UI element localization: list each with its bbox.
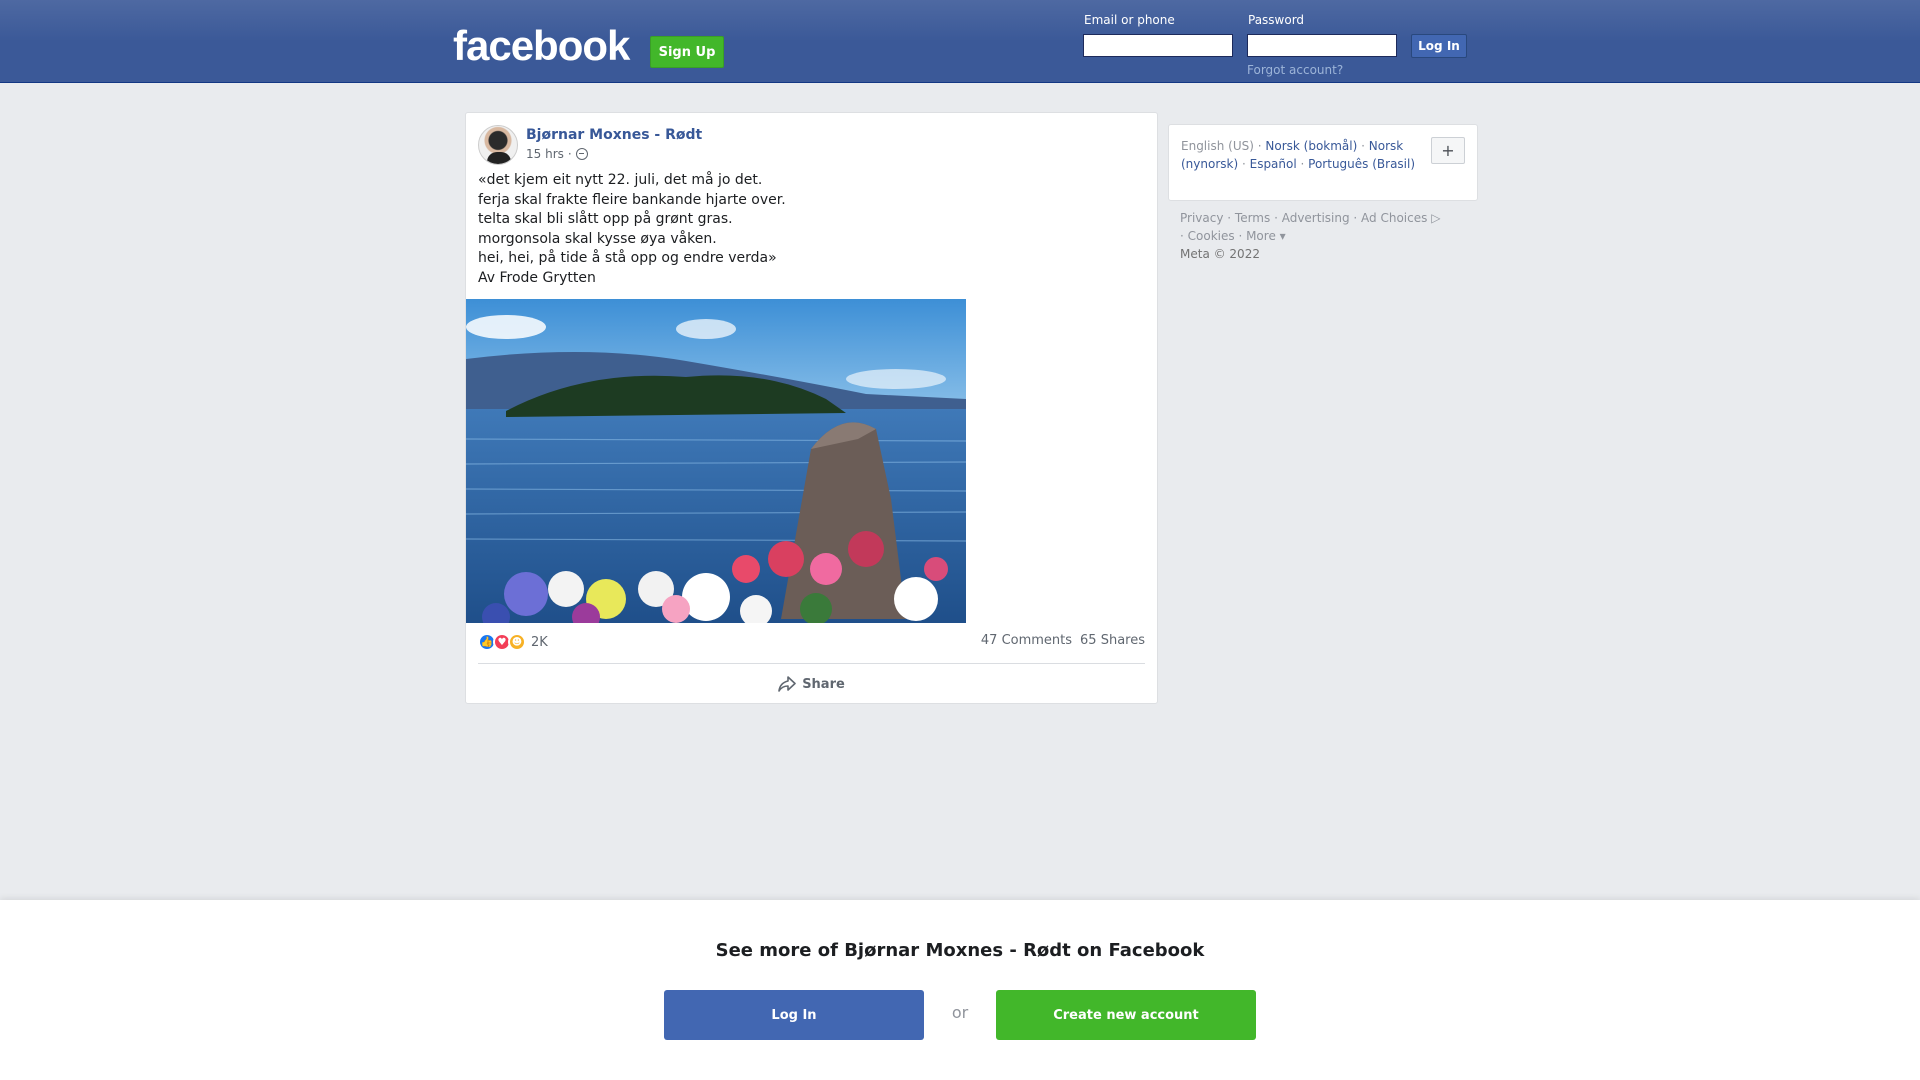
login-prompt-bar <box>0 900 1920 1080</box>
care-icon: ☻ <box>508 633 526 651</box>
post-line: telta skal bli slått opp på grønt gras. <box>478 211 733 227</box>
share-button[interactable]: Share <box>466 669 1157 699</box>
language-option[interactable]: Português (Brasil) <box>1308 157 1415 171</box>
share-label: Share <box>802 676 845 692</box>
or-separator: or <box>951 1003 969 1022</box>
reaction-count: 2K <box>531 634 548 650</box>
post-card: Bjørnar Moxnes - Rødt 15 hrs · «det kjem… <box>465 112 1158 704</box>
share-icon <box>778 676 796 692</box>
log-in-button[interactable]: Log In <box>1411 34 1467 58</box>
terms-link[interactable]: Terms <box>1235 211 1270 225</box>
privacy-link[interactable]: Privacy <box>1180 211 1223 225</box>
shares-count[interactable]: 65 Shares <box>1080 633 1145 648</box>
language-option[interactable]: Español <box>1250 157 1297 171</box>
post-meta: 15 hrs · <box>526 147 588 161</box>
ad-choices-link[interactable]: Ad Choices ▷ <box>1361 211 1440 225</box>
see-more-heading: See more of Bjørnar Moxnes - Rødt on Fac… <box>715 940 1205 961</box>
post-time[interactable]: 15 hrs <box>526 147 564 161</box>
create-account-button[interactable]: Create new account <box>996 990 1256 1040</box>
password-field[interactable] <box>1247 34 1397 57</box>
post-author[interactable]: Bjørnar Moxnes - Rødt <box>526 127 702 143</box>
post-text: «det kjem eit nytt 22. juli, det må jo d… <box>478 171 786 288</box>
current-language: English (US) <box>1181 139 1254 153</box>
post-line: morgonsola skal kysse øya våken. <box>478 230 717 247</box>
forgot-account-link[interactable]: Forgot account? <box>1247 63 1343 77</box>
sign-up-button[interactable]: Sign Up <box>650 36 724 68</box>
post-line: Av Frode Grytten <box>478 269 596 286</box>
post-stats: 47 Comments 65 Shares <box>981 633 1145 648</box>
divider <box>478 663 1145 664</box>
more-label: More <box>1246 229 1276 243</box>
footer-links: Privacy · Terms · Advertising · Ad Choic… <box>1180 211 1441 261</box>
post-photo[interactable] <box>466 299 966 623</box>
email-field[interactable] <box>1083 34 1233 57</box>
more-languages-button[interactable]: + <box>1431 137 1465 164</box>
post-line: hei, hei, på tide å stå opp og endre ver… <box>478 250 777 266</box>
reactions-summary[interactable]: 👍 ♥ ☻ 2K <box>478 633 548 651</box>
ad-choices-label: Ad Choices <box>1361 211 1428 225</box>
bottom-log-in-button[interactable]: Log In <box>664 990 924 1040</box>
advertising-link[interactable]: Advertising <box>1282 211 1350 225</box>
ad-choices-icon: ▷ <box>1431 211 1441 225</box>
language-option[interactable]: Norsk (bokmål) <box>1265 139 1357 153</box>
plus-icon: + <box>1441 141 1455 160</box>
more-link[interactable]: More ▾ <box>1246 229 1286 243</box>
avatar[interactable] <box>478 125 518 165</box>
language-selector: English (US) · Norsk (bokmål) · Norsk (n… <box>1168 124 1478 201</box>
caret-down-icon: ▾ <box>1279 229 1286 243</box>
top-navigation-bar: facebook Sign Up Email or phone Password… <box>0 0 1920 83</box>
post-line: «det kjem eit nytt 22. juli, det må jo d… <box>478 172 763 188</box>
language-list: English (US) · Norsk (bokmål) · Norsk (n… <box>1181 139 1416 171</box>
cookies-link[interactable]: Cookies <box>1188 229 1235 243</box>
email-label: Email or phone <box>1084 13 1175 27</box>
comments-count[interactable]: 47 Comments <box>981 633 1072 648</box>
password-label: Password <box>1248 13 1305 27</box>
post-line: ferja skal frakte fleire bankande hjarte… <box>478 191 786 208</box>
copyright: Meta © 2022 <box>1180 247 1260 261</box>
meta-separator: · <box>567 147 572 161</box>
facebook-logo[interactable]: facebook <box>453 22 630 70</box>
memorial-lake-photo <box>466 299 966 623</box>
globe-icon <box>575 148 588 160</box>
